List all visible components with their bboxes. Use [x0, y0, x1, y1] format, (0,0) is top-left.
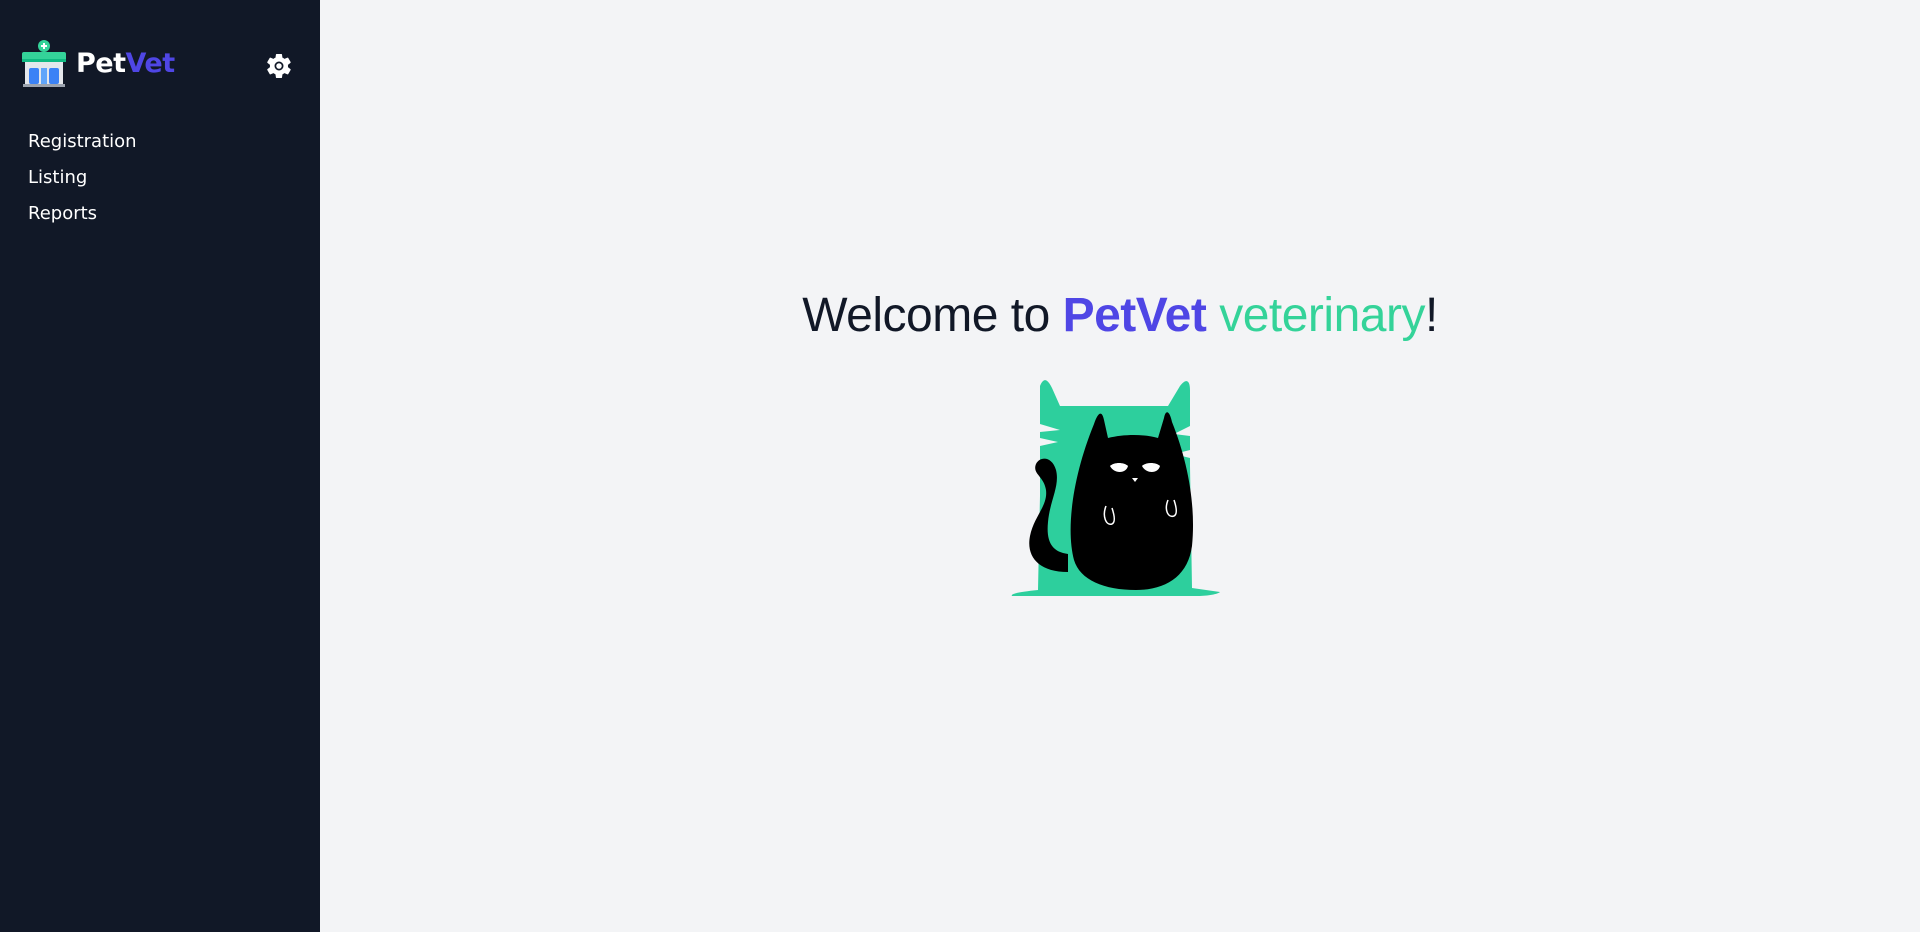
welcome-space — [1206, 289, 1219, 342]
sidebar-item-registration: Registration — [28, 128, 137, 164]
sidebar-link-reports[interactable]: Reports — [28, 203, 97, 224]
main-content: Welcome to PetVet veterinary! — [320, 0, 1920, 932]
brand-link[interactable]: PetVet — [20, 38, 175, 88]
welcome-brand: PetVet — [1062, 289, 1207, 342]
vet-clinic-storefront-icon — [22, 40, 66, 87]
sidebar: PetVet Registration Listing Reports — [0, 0, 320, 932]
welcome-heading: Welcome to PetVet veterinary! — [320, 288, 1920, 343]
sidebar-link-listing[interactable]: Listing — [28, 167, 87, 188]
sidebar-item-reports: Reports — [28, 200, 137, 236]
welcome-suffix: ! — [1424, 289, 1438, 342]
welcome-accent: veterinary — [1219, 289, 1425, 342]
sidebar-link-registration[interactable]: Registration — [28, 131, 137, 152]
sidebar-nav: Registration Listing Reports — [28, 128, 137, 236]
gear-icon — [267, 53, 291, 79]
sidebar-item-listing: Listing — [28, 164, 137, 200]
brand-name-vet: Vet — [125, 47, 176, 79]
brand-name: PetVet — [76, 50, 175, 77]
black-cat-illustration — [1011, 380, 1220, 596]
app-root: PetVet Registration Listing Reports Welc… — [0, 0, 1920, 932]
welcome-prefix: Welcome to — [802, 289, 1063, 342]
brand-name-pet: Pet — [76, 47, 126, 79]
settings-button[interactable] — [264, 51, 294, 81]
